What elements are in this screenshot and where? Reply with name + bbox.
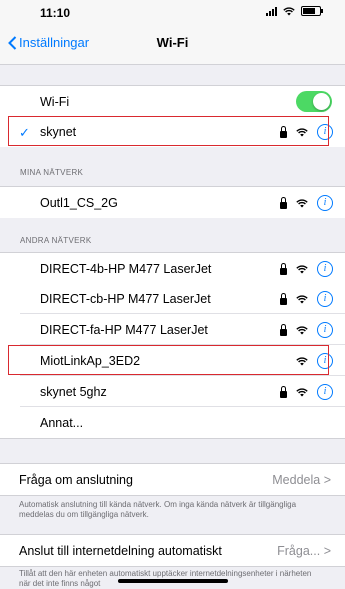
network-status-icons: i xyxy=(280,261,333,277)
network-status-icons: i xyxy=(280,384,333,400)
ask-to-join-label: Fråga om anslutning xyxy=(19,473,133,487)
ask-to-join-row[interactable]: Fråga om anslutning Meddela > xyxy=(0,463,345,496)
status-time: 11:10 xyxy=(40,6,71,20)
wifi-signal-icon xyxy=(296,325,308,334)
wifi-toggle-row: Wi-Fi xyxy=(0,85,345,117)
status-bar: 11:10 xyxy=(0,0,345,22)
network-name: DIRECT-cb-HP M477 LaserJet xyxy=(40,292,211,306)
wifi-signal-icon xyxy=(296,198,308,207)
page-title: Wi-Fi xyxy=(156,35,189,50)
ask-to-join-value: Meddela > xyxy=(272,473,331,487)
wifi-signal-icon xyxy=(296,294,308,303)
network-status-icons: i xyxy=(280,124,333,140)
network-name: Outl1_CS_2G xyxy=(40,196,118,210)
navigation-bar: Inställningar Wi-Fi xyxy=(0,22,345,65)
info-icon[interactable]: i xyxy=(317,353,333,369)
lock-icon xyxy=(280,323,287,336)
info-icon[interactable]: i xyxy=(317,291,333,307)
info-icon[interactable]: i xyxy=(317,124,333,140)
wifi-toggle-label: Wi-Fi xyxy=(40,95,70,109)
network-row[interactable]: MiotLinkAp_3ED2 i xyxy=(0,345,345,376)
network-status-icons: i xyxy=(280,291,333,307)
lock-icon xyxy=(280,292,287,305)
section-header-my-networks: MINA NÄTVERK xyxy=(20,168,84,177)
connected-network-row[interactable]: ✓ skynet i xyxy=(0,116,345,147)
wifi-status-icon xyxy=(283,6,295,15)
status-icons xyxy=(266,6,323,16)
auto-join-hotspot-value: Fråga... > xyxy=(277,544,331,558)
other-network-label: Annat... xyxy=(40,416,84,430)
chevron-right-icon: > xyxy=(323,473,331,487)
wifi-signal-icon xyxy=(296,387,308,396)
lock-icon xyxy=(280,385,287,398)
network-name: skynet 5ghz xyxy=(40,385,107,399)
network-status-icons: i xyxy=(280,195,333,211)
network-row[interactable]: DIRECT-cb-HP M477 LaserJet i xyxy=(0,283,345,314)
cellular-signal-icon xyxy=(266,6,277,16)
section-header-other-networks: ANDRA NÄTVERK xyxy=(20,236,92,245)
other-network-row[interactable]: Annat... xyxy=(0,407,345,439)
network-row[interactable]: DIRECT-fa-HP M477 LaserJet i xyxy=(0,314,345,345)
battery-icon xyxy=(301,6,323,16)
network-row[interactable]: skynet 5ghz i xyxy=(0,376,345,407)
chevron-right-icon: > xyxy=(323,544,331,558)
wifi-toggle-switch[interactable] xyxy=(296,91,332,112)
wifi-signal-icon xyxy=(296,127,308,136)
lock-icon xyxy=(280,262,287,275)
wifi-signal-icon xyxy=(296,264,308,273)
checkmark-icon: ✓ xyxy=(19,125,30,140)
home-indicator xyxy=(118,579,228,583)
info-icon[interactable]: i xyxy=(317,195,333,211)
network-name: DIRECT-4b-HP M477 LaserJet xyxy=(40,262,212,276)
network-row[interactable]: DIRECT-4b-HP M477 LaserJet i xyxy=(0,252,345,284)
auto-join-hotspot-label: Anslut till internetdelning automatiskt xyxy=(19,544,222,558)
auto-join-hotspot-row[interactable]: Anslut till internetdelning automatiskt … xyxy=(0,534,345,567)
info-icon[interactable]: i xyxy=(317,261,333,277)
network-name: skynet xyxy=(40,125,77,139)
network-status-icons: i xyxy=(296,353,333,369)
network-name: MiotLinkAp_3ED2 xyxy=(40,354,141,368)
info-icon[interactable]: i xyxy=(317,322,333,338)
lock-icon xyxy=(280,125,287,138)
ask-to-join-footnote: Automatisk anslutning till kända nätverk… xyxy=(19,500,297,519)
network-name: DIRECT-fa-HP M477 LaserJet xyxy=(40,323,208,337)
wifi-signal-icon xyxy=(296,356,308,365)
network-status-icons: i xyxy=(280,322,333,338)
info-icon[interactable]: i xyxy=(317,384,333,400)
network-row[interactable]: Outl1_CS_2G i xyxy=(0,186,345,218)
lock-icon xyxy=(280,196,287,209)
